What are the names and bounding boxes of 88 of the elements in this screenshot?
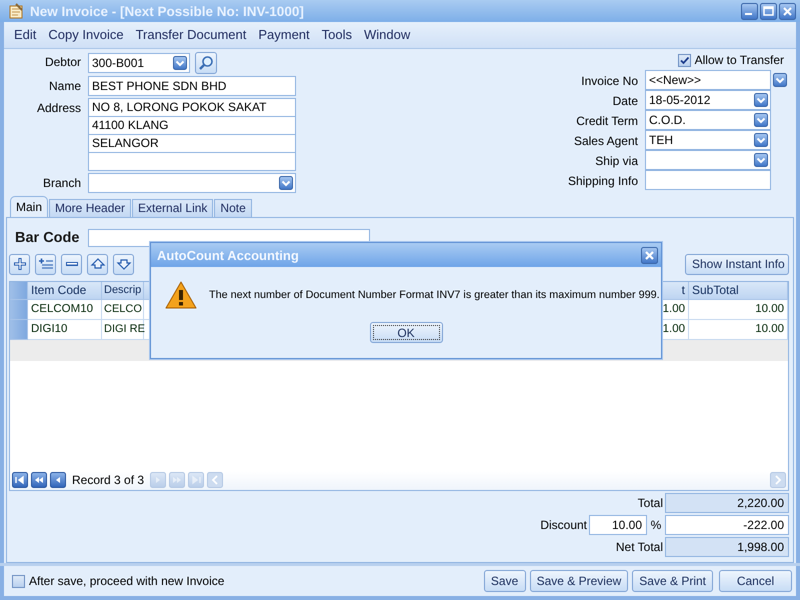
toolbar-button[interactable] <box>9 254 30 275</box>
column-header: SubTotal <box>689 282 788 300</box>
address-field[interactable] <box>88 152 296 171</box>
dropdown-field[interactable]: 18-05-2012 <box>645 90 771 110</box>
window-title: New Invoice - [Next Possible No: INV-1000] <box>30 4 305 18</box>
field-label: Name <box>48 78 81 95</box>
notepad-icon <box>8 3 24 19</box>
field-label: Credit Term <box>575 112 638 130</box>
discount-rate-field[interactable]: 10.00 <box>589 514 647 535</box>
field-label: Invoice No <box>580 72 638 90</box>
dropdown-icon[interactable] <box>279 176 293 190</box>
search-icon <box>198 54 214 71</box>
field-label: Bar Code <box>15 230 80 246</box>
minimize-button[interactable] <box>741 2 758 20</box>
dropdown-icon[interactable] <box>754 92 768 107</box>
checkbox-label: Allow to Transfer <box>694 53 784 68</box>
net-total-field: 1,998.00 <box>665 536 789 557</box>
dropdown-icon[interactable] <box>754 152 768 167</box>
record-counter: Record 3 of 3 <box>72 473 144 488</box>
address-field[interactable]: SELANGOR <box>88 134 296 153</box>
total-label: Total <box>636 494 663 512</box>
navigator-button[interactable] <box>31 472 47 488</box>
tab[interactable]: More Header <box>49 198 132 217</box>
address-field[interactable]: 41100 KLANG <box>88 116 296 135</box>
menu-item[interactable]: Window <box>358 27 416 42</box>
field-label: Ship via <box>594 152 638 170</box>
ok-button[interactable]: OK <box>370 322 442 343</box>
tab[interactable]: Note <box>214 198 252 217</box>
field-label: Date <box>612 92 638 110</box>
dropdown-field[interactable]: TEH <box>645 130 771 150</box>
input-field[interactable]: <<New>> <box>645 70 771 90</box>
name-field[interactable]: BEST PHONE SDN BHD <box>88 76 296 96</box>
field-label: Sales Agent <box>572 132 638 150</box>
close-button[interactable] <box>641 246 658 264</box>
field-label: Shipping Info <box>568 172 638 190</box>
action-button[interactable]: Save & Print <box>632 570 713 592</box>
action-button[interactable]: Save & Preview <box>530 570 628 592</box>
dropdown-icon[interactable] <box>754 112 768 127</box>
minus-icon <box>66 262 78 266</box>
dialog-message: The next number of Document Number Format INV7 is greater than its maximum number 999. <box>209 289 660 301</box>
dialog-title: AutoCount Accounting <box>157 248 300 262</box>
discount-amount-field[interactable]: -222.00 <box>665 514 789 535</box>
header-selector <box>10 282 28 300</box>
field-label: Address <box>36 100 81 117</box>
dropdown-field[interactable] <box>645 150 771 170</box>
checkbox[interactable] <box>12 574 25 588</box>
menu-item[interactable]: Tools <box>316 27 358 42</box>
field-label: Debtor <box>44 54 81 71</box>
checkbox[interactable] <box>678 54 691 67</box>
menu-item[interactable]: Edit <box>8 27 42 42</box>
percent-sign: % <box>650 516 662 534</box>
show-instant-info-button[interactable]: Show Instant Info <box>685 254 789 275</box>
column-header: Item Code <box>28 282 102 300</box>
add-icon <box>12 256 28 272</box>
dropdown-icon[interactable] <box>773 72 787 87</box>
table-cell: CELCOM10 <box>28 300 102 320</box>
dropdown-icon[interactable] <box>754 132 768 147</box>
discount-label: Discount <box>539 516 587 534</box>
field-label: Branch <box>42 174 81 192</box>
navigator-button[interactable] <box>50 472 66 488</box>
total-label: Net Total <box>614 538 663 556</box>
dropdown-field[interactable]: C.O.D. <box>645 110 771 130</box>
menu-item[interactable]: Transfer Document <box>130 27 252 42</box>
action-button[interactable]: Save <box>484 570 526 592</box>
checkbox-label: After save, proceed with new Invoice <box>29 574 224 588</box>
toolbar-button[interactable] <box>61 254 82 275</box>
column-header: Descrip <box>102 282 144 300</box>
tab[interactable]: Main <box>10 196 48 217</box>
tab[interactable]: External Link <box>132 198 214 217</box>
debtor-dropdown[interactable]: 300-B001 <box>88 52 190 73</box>
dropdown-icon[interactable] <box>173 56 187 70</box>
toolbar-button[interactable] <box>35 254 56 275</box>
maximize-button[interactable] <box>760 2 777 20</box>
toolbar-button[interactable] <box>113 254 134 275</box>
close-button[interactable] <box>779 2 796 20</box>
menu-item[interactable]: Payment <box>252 27 316 42</box>
warning-icon <box>165 281 197 309</box>
action-button[interactable]: Cancel <box>719 570 792 592</box>
toolbar-button[interactable] <box>87 254 108 275</box>
total-field: 2,220.00 <box>665 492 789 513</box>
branch-dropdown[interactable] <box>88 172 296 193</box>
search-button[interactable] <box>195 52 217 74</box>
navigator-button[interactable] <box>12 472 28 488</box>
table-cell: 10.00 <box>689 300 788 320</box>
menu-item[interactable]: Copy Invoice <box>42 27 130 42</box>
input-field[interactable] <box>645 170 771 190</box>
table-cell: CELCO <box>102 300 144 320</box>
address-field[interactable]: NO 8, LORONG POKOK SAKAT <box>88 98 296 117</box>
